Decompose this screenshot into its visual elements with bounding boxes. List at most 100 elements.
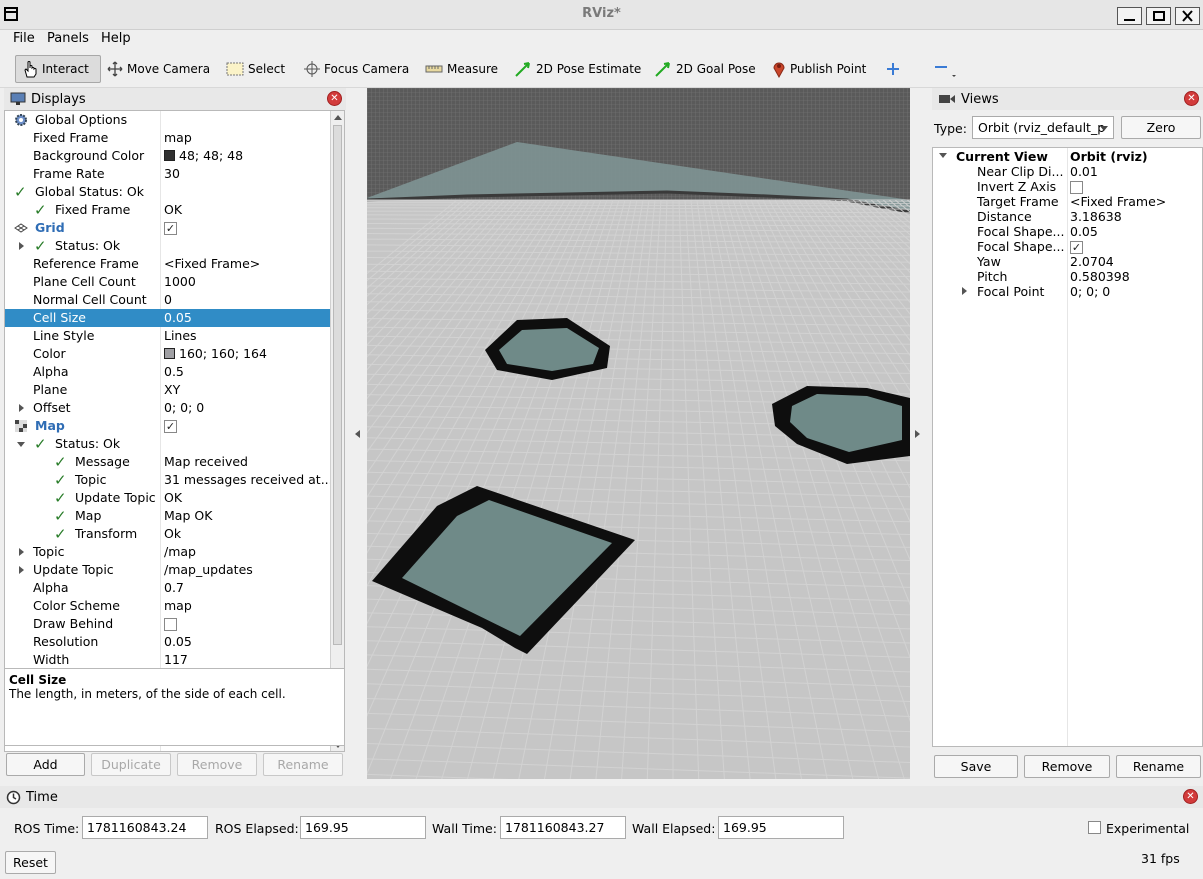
menu-file[interactable]: File — [13, 31, 35, 46]
focus-camera-tool[interactable]: Focus Camera — [298, 55, 415, 83]
display-property-row[interactable]: Map ✓ — [5, 417, 331, 435]
color-swatch[interactable] — [164, 150, 175, 161]
wall-time-field[interactable]: 1781160843.27 — [500, 816, 626, 839]
enable-checkbox[interactable]: ✓ — [164, 420, 177, 433]
property-name: Offset — [33, 400, 71, 415]
publish-point-tool[interactable]: Publish Point — [766, 55, 872, 83]
display-property-row[interactable]: Plane XY — [5, 381, 331, 399]
reset-button[interactable]: Reset — [5, 851, 56, 874]
display-property-row[interactable]: ✓ Status: Ok — [5, 435, 331, 453]
pose-estimate-tool[interactable]: 2D Pose Estimate — [508, 55, 647, 83]
enable-checkbox[interactable]: ✓ — [164, 222, 177, 235]
save-view-button[interactable]: Save — [934, 755, 1018, 778]
maximize-button[interactable] — [1146, 7, 1171, 25]
property-name: Distance — [977, 209, 1032, 224]
expand-arrow-icon[interactable] — [19, 566, 24, 574]
views-title: Views — [961, 91, 999, 107]
display-property-row[interactable]: Alpha 0.7 — [5, 579, 331, 597]
render-viewport[interactable] — [367, 88, 910, 779]
measure-tool[interactable]: Measure — [419, 55, 504, 83]
display-property-row[interactable]: ✓ Message Map received — [5, 453, 331, 471]
property-checkbox[interactable] — [1070, 181, 1083, 194]
select-tool[interactable]: Select — [220, 55, 291, 83]
ros-elapsed-field[interactable]: 169.95 — [300, 816, 426, 839]
zero-view-button[interactable]: Zero — [1121, 116, 1201, 139]
displays-scrollbar[interactable] — [330, 111, 344, 751]
duplicate-display-button[interactable]: Duplicate — [91, 753, 171, 776]
remove-display-button[interactable]: Remove — [177, 753, 257, 776]
wall-elapsed-field[interactable]: 169.95 — [718, 816, 844, 839]
display-property-row[interactable]: Fixed Frame map — [5, 129, 331, 147]
display-property-row[interactable]: ✓ Fixed Frame OK — [5, 201, 331, 219]
display-property-row[interactable]: Alpha 0.5 — [5, 363, 331, 381]
experimental-checkbox[interactable] — [1088, 821, 1101, 834]
display-property-row[interactable]: Reference Frame <Fixed Frame> — [5, 255, 331, 273]
move-camera-tool[interactable]: Move Camera — [101, 55, 216, 83]
display-property-row[interactable]: Normal Cell Count 0 — [5, 291, 331, 309]
expand-arrow-icon[interactable] — [17, 442, 25, 447]
close-time-button[interactable]: ✕ — [1183, 789, 1198, 804]
expand-arrow-icon[interactable] — [19, 548, 24, 556]
display-property-row[interactable]: Color 160; 160; 164 — [5, 345, 331, 363]
view-property-row[interactable]: Focal Shape... 0.05 — [933, 224, 1202, 239]
display-property-row[interactable]: ✓ Topic 31 messages received at... — [5, 471, 333, 489]
goal-pose-tool[interactable]: 2D Goal Pose — [648, 55, 762, 83]
display-property-row[interactable]: Line Style Lines — [5, 327, 331, 345]
property-checkbox[interactable]: ✓ — [1070, 241, 1083, 254]
display-property-row[interactable]: Offset 0; 0; 0 — [5, 399, 331, 417]
view-property-row[interactable]: Focal Point 0; 0; 0 — [933, 284, 1202, 299]
view-property-row[interactable]: Distance 3.18638 — [933, 209, 1202, 224]
display-property-row[interactable]: Background Color 48; 48; 48 — [5, 147, 331, 165]
rename-view-button[interactable]: Rename — [1116, 755, 1201, 778]
view-property-row[interactable]: Yaw 2.0704 — [933, 254, 1202, 269]
menu-help[interactable]: Help — [101, 31, 131, 46]
display-property-row[interactable]: Global Options — [5, 111, 331, 129]
scene-canvas[interactable] — [367, 88, 910, 779]
collapse-left-icon[interactable] — [355, 430, 360, 438]
display-property-row[interactable]: Resolution 0.05 — [5, 633, 331, 651]
remove-tool-button[interactable] — [928, 55, 964, 83]
view-property-row[interactable]: Invert Z Axis — [933, 179, 1202, 194]
display-property-row[interactable]: Topic/map — [5, 543, 331, 561]
display-property-row[interactable]: ✓ Update Topic OK — [5, 489, 331, 507]
display-property-row[interactable]: ✓ Map Map OK — [5, 507, 331, 525]
display-property-row[interactable]: Width 117 — [5, 651, 331, 669]
close-window-button[interactable] — [1175, 7, 1200, 25]
view-property-row[interactable]: Near Clip Di... 0.01 — [933, 164, 1202, 179]
display-property-row[interactable]: Color Scheme map — [5, 597, 331, 615]
display-property-row[interactable]: ✓ Global Status: Ok — [5, 183, 331, 201]
display-property-row[interactable]: Plane Cell Count 1000 — [5, 273, 331, 291]
display-property-row[interactable]: Grid ✓ — [5, 219, 331, 237]
enable-checkbox[interactable] — [164, 618, 177, 631]
display-property-row[interactable]: Draw Behind — [5, 615, 331, 633]
view-property-row[interactable]: Target Frame <Fixed Frame> — [933, 194, 1202, 209]
remove-view-button[interactable]: Remove — [1024, 755, 1110, 778]
display-property-row[interactable]: Frame Rate 30 — [5, 165, 331, 183]
scrollbar-thumb[interactable] — [333, 125, 342, 645]
expand-arrow-icon[interactable] — [962, 287, 967, 295]
current-view-row[interactable]: Current View Orbit (rviz) — [933, 149, 1202, 164]
display-property-row[interactable]: ✓ Status: Ok — [5, 237, 331, 255]
scroll-up-icon[interactable] — [334, 115, 342, 120]
close-displays-button[interactable]: ✕ — [327, 91, 342, 106]
view-property-row[interactable]: Focal Shape... ✓ — [933, 239, 1202, 254]
collapse-right-icon[interactable] — [915, 430, 920, 438]
wall-time-label: Wall Time: — [432, 821, 497, 836]
expand-arrow-icon[interactable] — [19, 242, 24, 250]
rename-display-button[interactable]: Rename — [263, 753, 343, 776]
view-type-select[interactable]: Orbit (rviz_default_p — [972, 116, 1114, 139]
expand-arrow-icon[interactable] — [19, 404, 24, 412]
ros-time-field[interactable]: 1781160843.24 — [82, 816, 208, 839]
view-property-row[interactable]: Pitch 0.580398 — [933, 269, 1202, 284]
display-property-row[interactable]: Cell Size 0.05 — [5, 309, 331, 327]
expand-arrow-icon[interactable] — [939, 153, 947, 158]
menu-panels[interactable]: Panels — [47, 31, 89, 46]
color-swatch[interactable] — [164, 348, 175, 359]
add-tool-button[interactable] — [880, 55, 906, 83]
close-views-button[interactable]: ✕ — [1184, 91, 1199, 106]
minimize-button[interactable] — [1117, 7, 1142, 25]
add-display-button[interactable]: Add — [6, 753, 85, 776]
interact-tool[interactable]: Interact — [15, 55, 101, 83]
display-property-row[interactable]: Update Topic/map_updates — [5, 561, 331, 579]
display-property-row[interactable]: ✓ Transform Ok — [5, 525, 331, 543]
